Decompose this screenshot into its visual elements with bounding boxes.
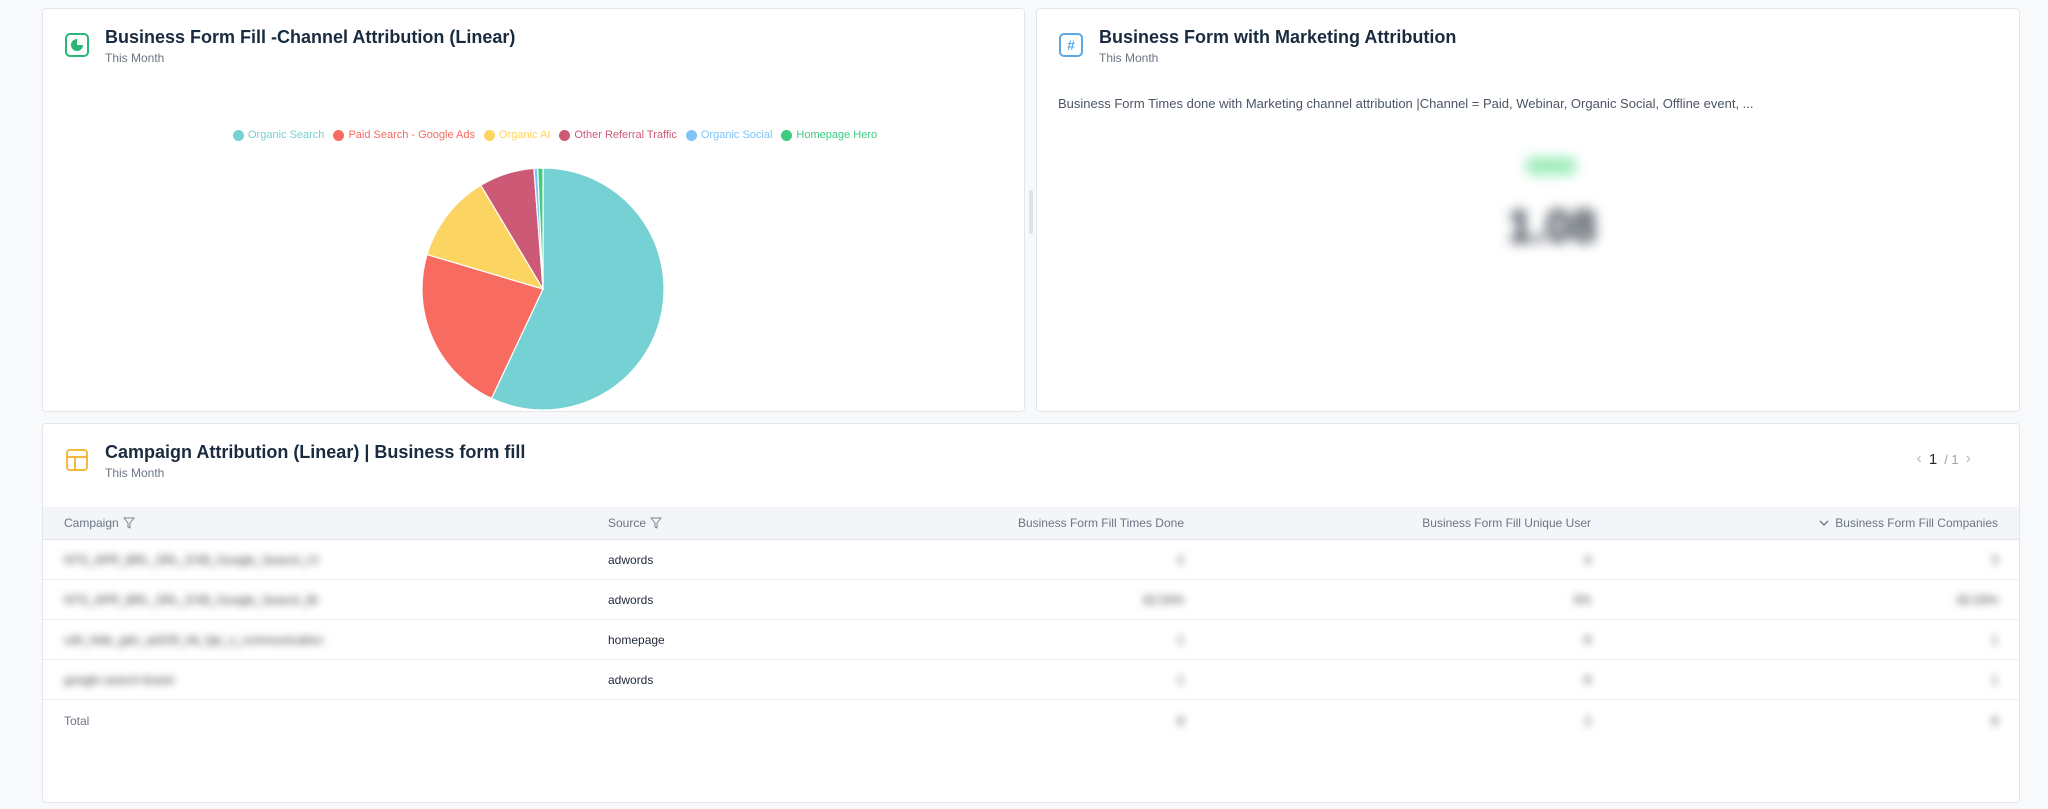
times-done-cell: 1 (1177, 632, 1184, 647)
column-header-unique-user[interactable]: Business Form Fill Unique User (1422, 507, 1591, 539)
source-cell: adwords (608, 552, 654, 567)
pie-chart-card: Business Form Fill -Channel Attribution … (42, 8, 1025, 412)
column-label: Campaign (64, 516, 119, 530)
table-total-row: Total 8 2 8 (43, 700, 2019, 742)
next-page-button[interactable]: › (1966, 450, 1971, 468)
card-title: Campaign Attribution (Linear) | Business… (105, 442, 526, 462)
campaign-cell: NTS_APR_BRL_SRL_EXB_Google_Search_Br (64, 592, 319, 607)
kpi-value: 1.08 (1507, 200, 1597, 252)
filter-icon[interactable] (650, 517, 663, 529)
times-done-cell: 1 (1177, 672, 1184, 687)
pagination: ‹ 1 / 1 › (1917, 450, 1971, 468)
card-title: Business Form with Marketing Attribution (1099, 27, 1457, 47)
table-row[interactable]: NTS_APR_BRL_SRL_EXB_Google_Search_Br adw… (43, 580, 2019, 620)
total-times-done: 8 (1177, 714, 1184, 728)
table-icon (65, 448, 89, 472)
current-page: 1 (1928, 450, 1938, 468)
total-pages: / 1 (1944, 451, 1959, 467)
unique-user-cell: 5% (1573, 592, 1591, 607)
kpi-badge (1525, 157, 1577, 175)
unique-user-cell: 8 (1584, 672, 1591, 687)
card-subtitle: This Month (105, 466, 165, 480)
source-cell: homepage (608, 632, 665, 647)
unique-user-cell: 8 (1584, 632, 1591, 647)
card-subtitle: This Month (1099, 51, 1159, 65)
table-row[interactable]: cdh_hide_gdn_ad105_hb_fgn_x_communicatio… (43, 620, 2019, 660)
kpi-card: # Business Form with Marketing Attributi… (1036, 8, 2020, 412)
column-label: Source (608, 516, 647, 530)
table-header: Campaign Source Business Form Fill Times… (43, 507, 2019, 540)
total-companies: 8 (1991, 714, 1998, 728)
data-table: Campaign Source Business Form Fill Times… (43, 507, 2019, 742)
source-cell: adwords (608, 592, 654, 607)
companies-cell: 1 (1991, 632, 1998, 647)
campaign-cell: NTS_APR_BRL_SRL_EXB_Google_Search_CI (64, 552, 319, 567)
prev-page-button[interactable]: ‹ (1917, 450, 1922, 468)
total-label: Total (64, 714, 90, 728)
pie-chart (421, 167, 665, 411)
resize-handle[interactable] (1029, 190, 1033, 234)
companies-cell: 82.03% (1957, 592, 1998, 607)
times-done-cell: 82.03% (1143, 592, 1184, 607)
companies-cell: 3 (1991, 552, 1998, 567)
table-row[interactable]: NTS_APR_BRL_SRL_EXB_Google_Search_CI adw… (43, 540, 2019, 580)
column-header-companies[interactable]: Business Form Fill Companies (1819, 507, 1998, 539)
times-done-cell: 2 (1177, 552, 1184, 567)
table-row[interactable]: google search brand adwords 1 8 1 (43, 660, 2019, 700)
total-unique-user: 2 (1584, 714, 1591, 728)
companies-cell: 1 (1991, 672, 1998, 687)
sort-desc-icon[interactable] (1819, 519, 1829, 527)
kpi-description: Business Form Times done with Marketing … (1058, 96, 1754, 111)
column-header-campaign[interactable]: Campaign (64, 507, 135, 539)
source-cell: adwords (608, 672, 654, 687)
table-card: Campaign Attribution (Linear) | Business… (42, 423, 2020, 803)
campaign-cell: google search brand (64, 672, 174, 687)
hash-icon: # (1059, 33, 1083, 57)
campaign-cell: cdh_hide_gdn_ad105_hb_fgn_x_communicatio… (64, 632, 323, 647)
column-header-source[interactable]: Source (608, 507, 663, 539)
filter-icon[interactable] (122, 517, 135, 529)
unique-user-cell: 4 (1584, 552, 1591, 567)
column-label: Business Form Fill Companies (1835, 516, 1998, 530)
column-header-times-done[interactable]: Business Form Fill Times Done (1018, 507, 1184, 539)
